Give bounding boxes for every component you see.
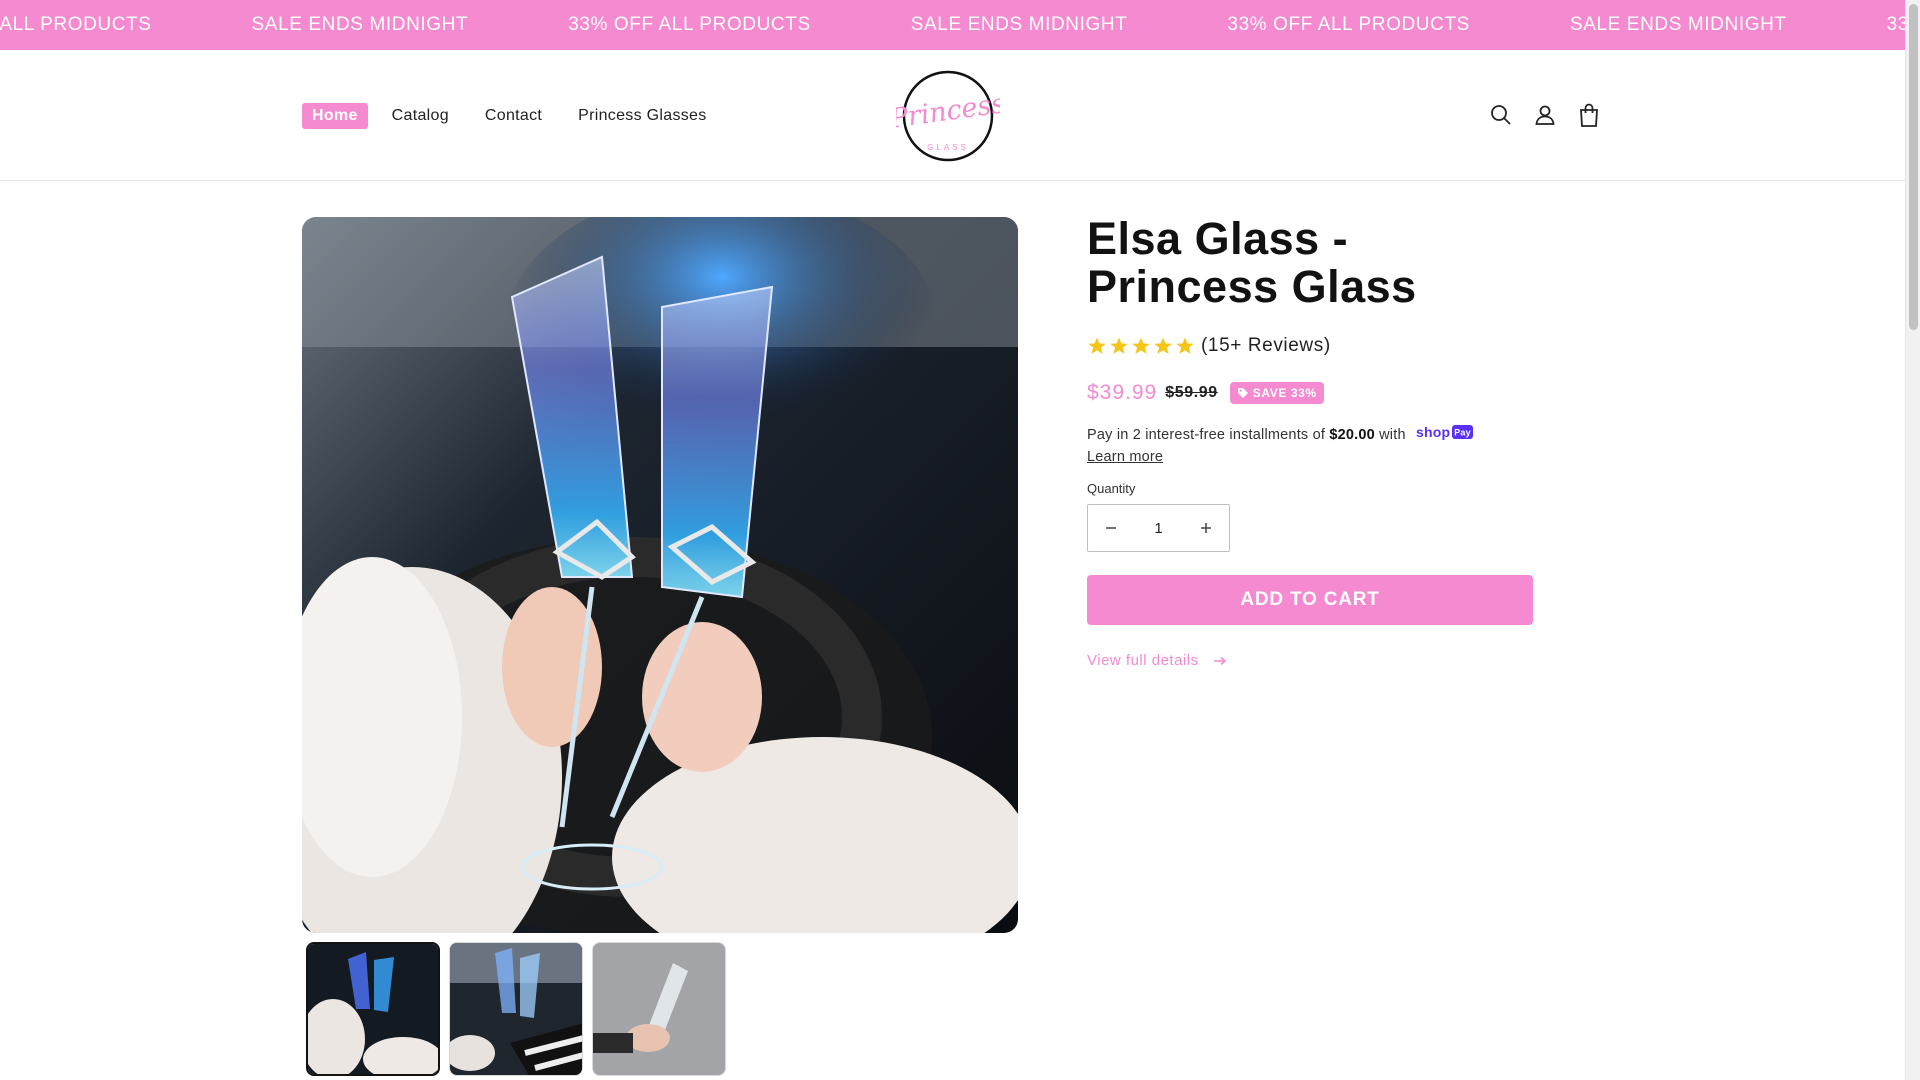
minus-icon xyxy=(1106,527,1116,529)
view-full-details-label: View full details xyxy=(1087,652,1199,669)
thumbnail-2[interactable] xyxy=(449,942,583,1076)
installments-suffix: with xyxy=(1379,426,1406,443)
header-icons xyxy=(1486,98,1604,132)
nav-item-home[interactable]: Home xyxy=(302,103,368,129)
product-info: Elsa Glass - Princess Glass (15+ Reviews… xyxy=(1087,215,1533,669)
shoppay-icon: shop Pay xyxy=(1416,424,1473,440)
tag-icon xyxy=(1237,388,1248,398)
quantity-stepper xyxy=(1087,504,1230,552)
product-photo xyxy=(302,217,1018,933)
price-row: $39.99 $59.99 SAVE 33% xyxy=(1087,381,1533,405)
product-rating: (15+ Reviews) xyxy=(1087,335,1533,357)
installments-message: Pay in 2 interest-free installments of $… xyxy=(1087,423,1533,467)
svg-text:GLASS: GLASS xyxy=(927,143,969,152)
nav-item-contact[interactable]: Contact xyxy=(473,103,554,129)
installments-amount: $20.00 xyxy=(1329,426,1375,443)
thumbnail-1[interactable] xyxy=(306,942,440,1076)
installments-prefix: Pay in 2 interest-free installments of xyxy=(1087,426,1326,443)
account-icon[interactable] xyxy=(1530,98,1560,132)
plus-icon xyxy=(1201,523,1211,533)
thumbnail-3[interactable] xyxy=(592,942,726,1076)
announcement-bar: 33% OFF ALL PRODUCTS SALE ENDS MIDNIGHT … xyxy=(0,0,1905,50)
announcement-item: 33% OFF ALL PRODUCTS xyxy=(0,14,152,35)
scrollbar-thumb[interactable] xyxy=(1909,4,1918,330)
sale-price: $39.99 xyxy=(1087,381,1158,404)
product-title: Elsa Glass - Princess Glass xyxy=(1087,213,1417,312)
star-icon xyxy=(1132,337,1150,354)
quantity-decrease-button[interactable] xyxy=(1088,505,1134,551)
announcement-item: SALE ENDS MIDNIGHT xyxy=(910,14,1128,35)
star-icon xyxy=(1088,337,1106,354)
announcement-item: 33% OFF ALL PRODUCTS xyxy=(1886,14,1905,35)
compare-price: $59.99 xyxy=(1165,384,1218,401)
star-rating xyxy=(1087,336,1195,356)
site-header: Home Catalog Contact Princess Glasses Pr… xyxy=(0,50,1905,181)
learn-more-link[interactable]: Learn more xyxy=(1087,449,1163,465)
save-badge: SAVE 33% xyxy=(1229,382,1324,404)
logo-graphic: Princess GLASS xyxy=(887,70,1007,162)
page-scrollbar[interactable] xyxy=(1905,0,1920,1080)
view-full-details-link[interactable]: View full details xyxy=(1087,652,1533,669)
announcement-item: SALE ENDS MIDNIGHT xyxy=(1569,14,1787,35)
add-to-cart-button[interactable]: ADD TO CART xyxy=(1087,575,1533,625)
nav-item-catalog[interactable]: Catalog xyxy=(380,103,461,129)
shoppay-pay-mark: Pay xyxy=(1454,428,1471,438)
product-main-image[interactable] xyxy=(302,217,1018,933)
cart-icon[interactable] xyxy=(1574,98,1604,132)
announcement-item: 33% OFF ALL PRODUCTS xyxy=(1227,14,1470,35)
save-badge-label: SAVE 33% xyxy=(1252,386,1317,400)
search-icon[interactable] xyxy=(1486,98,1516,132)
quantity-input[interactable] xyxy=(1138,519,1179,537)
thumbnail-image xyxy=(450,943,582,1075)
star-icon xyxy=(1110,337,1128,354)
product-thumbnails xyxy=(306,942,726,1076)
announcement-item: 33% OFF ALL PRODUCTS xyxy=(568,14,811,35)
thumbnail-image xyxy=(593,943,725,1075)
announcement-track: 33% OFF ALL PRODUCTS SALE ENDS MIDNIGHT … xyxy=(0,0,1905,50)
reviews-count[interactable]: (15+ Reviews) xyxy=(1201,335,1331,357)
star-icon xyxy=(1176,337,1194,354)
quantity-label: Quantity xyxy=(1087,481,1136,496)
shoppay-wordmark: shop xyxy=(1416,424,1450,440)
shoppay-logo: shop Pay xyxy=(1416,423,1474,447)
announcement-item: SALE ENDS MIDNIGHT xyxy=(251,14,469,35)
nav-item-princess-glasses[interactable]: Princess Glasses xyxy=(566,103,718,129)
star-icon xyxy=(1154,337,1172,354)
main-nav: Home Catalog Contact Princess Glasses xyxy=(302,103,719,129)
arrow-right-icon xyxy=(1213,656,1226,665)
site-logo[interactable]: Princess GLASS xyxy=(887,64,1007,168)
quantity-increase-button[interactable] xyxy=(1183,505,1229,551)
thumbnail-image xyxy=(308,944,438,1074)
